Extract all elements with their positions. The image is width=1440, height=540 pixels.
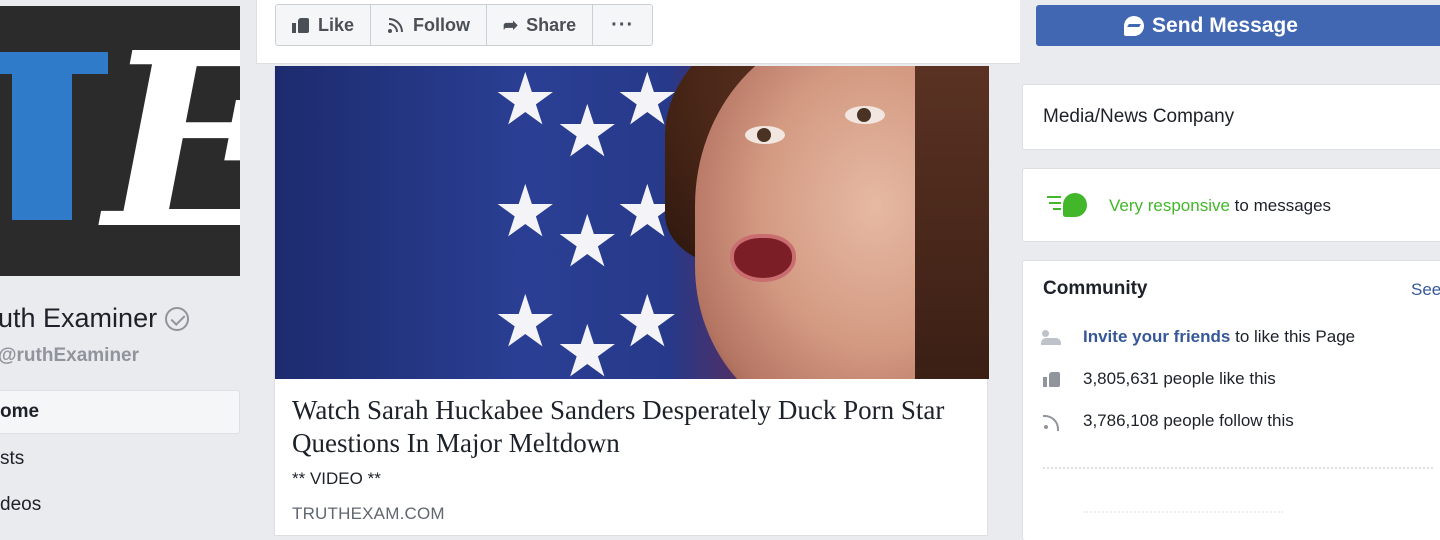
- community-title: Community: [1043, 278, 1148, 299]
- nav-item-videos[interactable]: deos: [0, 482, 240, 528]
- community-see-all-link[interactable]: See: [1411, 280, 1440, 300]
- flag-star: ★: [493, 66, 558, 140]
- photo-eye: [745, 126, 785, 144]
- photo-mouth: [730, 234, 796, 282]
- page-handle-text: ruthExaminer: [16, 345, 140, 366]
- follow-button[interactable]: Follow: [371, 5, 488, 45]
- responsive-messenger-icon: [1045, 193, 1091, 217]
- responsiveness-text: Very responsive to messages: [1109, 196, 1331, 216]
- post-image[interactable]: ★ ★ ★ ★ ★ ★ ★ ★ ★: [275, 66, 989, 379]
- follow-label: Follow: [413, 14, 471, 35]
- responsiveness-card: Very responsive to messages: [1022, 168, 1440, 242]
- follows-count: 3,786,108 people follow this: [1083, 411, 1294, 430]
- page-action-bar: Like Follow ➦ Share ···: [256, 0, 1020, 64]
- send-message-button[interactable]: Send Message: [1036, 5, 1440, 46]
- more-options-button[interactable]: ···: [593, 5, 652, 45]
- share-button[interactable]: ➦ Share: [487, 5, 594, 45]
- page-name-text[interactable]: uth Examiner: [0, 303, 157, 334]
- nav-item-posts[interactable]: sts: [0, 436, 240, 482]
- faded-content: [1043, 467, 1433, 469]
- messenger-bubble: [1063, 193, 1087, 217]
- rss-icon: [1041, 412, 1063, 431]
- flag-star: ★: [493, 282, 558, 362]
- responsiveness-rest: to messages: [1229, 196, 1332, 215]
- flag-star: ★: [555, 312, 620, 379]
- nav-item-home[interactable]: ome: [0, 390, 240, 434]
- page-profile-picture[interactable]: E: [0, 6, 240, 276]
- responsiveness-highlight: Very responsive: [1109, 196, 1230, 215]
- invite-rest: to like this Page: [1230, 327, 1356, 346]
- share-arrow-icon: ➦: [503, 14, 519, 35]
- thumbs-up-icon: [1041, 370, 1063, 388]
- post-link-card[interactable]: ★ ★ ★ ★ ★ ★ ★ ★ ★ Watch Sarah Huckabee S…: [274, 66, 989, 536]
- left-column: E uth Examiner @ruthExaminer ome sts deo…: [0, 0, 256, 540]
- thumbs-up-icon: [292, 17, 310, 33]
- flag-star: ★: [493, 172, 558, 252]
- category-card: Media/News Company: [1022, 84, 1440, 150]
- send-message-label: Send Message: [1152, 13, 1298, 37]
- speed-lines: [1045, 196, 1061, 212]
- logo-t-stem: [12, 52, 72, 220]
- rss-follow-icon: [388, 18, 404, 33]
- post-description: ** VIDEO **: [292, 469, 381, 488]
- post-domain: TRUTHEXAM.COM: [292, 504, 445, 523]
- follows-row: 3,786,108 people follow this: [1041, 411, 1294, 431]
- friends-icon: [1041, 328, 1063, 346]
- invite-friends-row: Invite your friends to like this Page: [1041, 327, 1355, 347]
- flag-star: ★: [555, 202, 620, 282]
- community-card: Community See Invite your friends to lik…: [1022, 260, 1440, 540]
- flag-star: ★: [615, 282, 680, 362]
- page-category[interactable]: Media/News Company: [1043, 106, 1234, 128]
- invite-friends-link[interactable]: Invite your friends: [1083, 327, 1230, 346]
- photo-hair-right: [915, 66, 989, 379]
- likes-count: 3,805,631 people like this: [1083, 369, 1276, 388]
- like-button[interactable]: Like: [276, 5, 372, 45]
- faded-content: [1083, 511, 1283, 513]
- post-headline[interactable]: Watch Sarah Huckabee Sanders Desperately…: [292, 394, 972, 460]
- page-username[interactable]: @ruthExaminer: [0, 345, 139, 367]
- logo-e-letter: E: [104, 6, 240, 276]
- action-button-group: Like Follow ➦ Share ···: [275, 4, 654, 46]
- page-title[interactable]: uth Examiner: [0, 303, 190, 334]
- photo-eye: [845, 106, 885, 124]
- page-nav: ome sts deos: [0, 390, 240, 528]
- flag-star: ★: [555, 92, 620, 172]
- messenger-icon: [1124, 15, 1145, 36]
- verified-badge-icon: [165, 306, 190, 331]
- likes-row: 3,805,631 people like this: [1041, 369, 1276, 389]
- like-label: Like: [318, 14, 355, 35]
- share-label: Share: [526, 14, 577, 35]
